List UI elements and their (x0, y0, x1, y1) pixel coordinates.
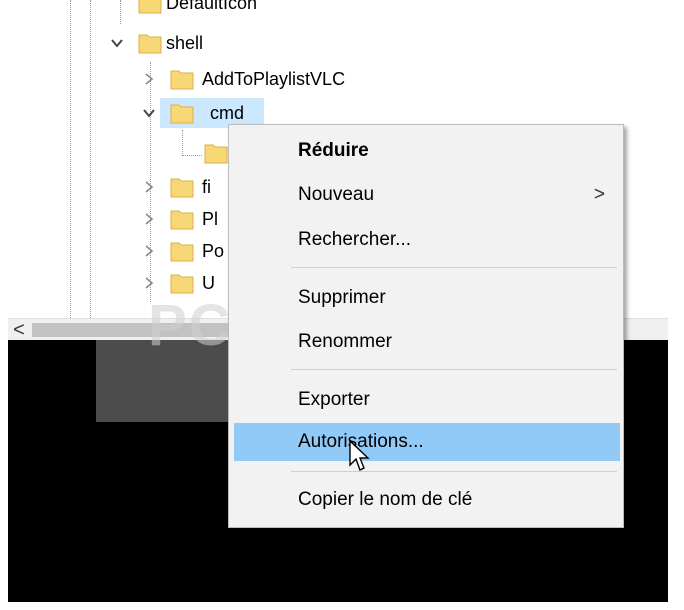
tree-node-shell[interactable]: shell (8, 28, 668, 58)
menu-item-exporter[interactable]: Exporter (229, 381, 623, 419)
tree-node-label: Pl (202, 209, 219, 229)
mouse-pointer-icon (349, 440, 370, 471)
context-menu: Réduire Nouveau > Rechercher... Supprime… (228, 124, 624, 528)
menu-separator (291, 369, 617, 370)
menu-separator (291, 471, 617, 472)
chevron-down-icon[interactable] (142, 106, 156, 120)
folder-icon (170, 239, 194, 263)
chevron-right-icon[interactable] (142, 244, 156, 258)
folder-icon (170, 207, 194, 231)
tree-node-label: AddToPlaylistVLC (202, 69, 346, 89)
chevron-down-icon[interactable] (110, 36, 124, 50)
menu-item-label: Copier le nom de clé (298, 489, 473, 510)
chevron-right-icon[interactable] (142, 72, 156, 86)
folder-icon (170, 67, 194, 91)
chevron-right-icon[interactable] (142, 180, 156, 194)
menu-item-supprimer[interactable]: Supprimer (229, 279, 623, 317)
menu-item-label: Renommer (298, 331, 392, 352)
registry-editor-window: DefaultIcon shell AddToPlaylistVLC cmd f… (0, 0, 684, 610)
tree-node-defaulticon[interactable]: DefaultIcon (8, 0, 668, 18)
menu-separator (291, 267, 617, 268)
folder-icon (170, 101, 194, 125)
folder-icon (170, 175, 194, 199)
menu-item-copier-nom-cle[interactable]: Copier le nom de clé (229, 481, 623, 519)
tree-node-addtoplaylistvlc[interactable]: AddToPlaylistVLC (8, 64, 668, 94)
chevron-right-icon[interactable] (142, 212, 156, 226)
tree-node-label: fi (202, 177, 211, 197)
menu-item-label: Rechercher... (298, 229, 411, 250)
chevron-right-icon: > (593, 184, 605, 205)
menu-item-label: Nouveau (298, 184, 375, 205)
tree-node-label: Po (202, 241, 225, 261)
scroll-left-arrow-icon[interactable]: < (8, 319, 30, 341)
menu-item-rechercher[interactable]: Rechercher... (229, 221, 623, 259)
folder-icon (204, 141, 228, 165)
chevron-right-icon[interactable] (142, 276, 156, 290)
folder-icon (138, 31, 162, 55)
tree-node-label: shell (166, 33, 204, 53)
menu-item-autorisations[interactable]: Autorisations... (234, 423, 620, 461)
menu-item-reduire[interactable]: Réduire (229, 132, 623, 170)
menu-item-renommer[interactable]: Renommer (229, 323, 623, 361)
menu-item-label: Réduire (298, 140, 369, 161)
menu-item-label: Exporter (298, 389, 370, 410)
folder-icon (138, 0, 162, 15)
tree-node-label: DefaultIcon (166, 0, 258, 13)
menu-item-nouveau[interactable]: Nouveau > (229, 176, 623, 214)
menu-item-label: Supprimer (298, 287, 386, 308)
